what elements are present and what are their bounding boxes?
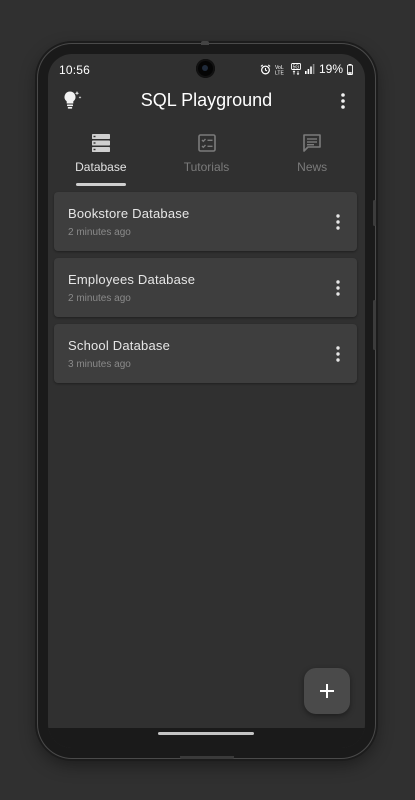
signal-icon	[304, 64, 315, 74]
more-vert-icon[interactable]	[331, 278, 345, 298]
plus-icon	[320, 684, 334, 698]
database-timestamp: 2 minutes ago	[68, 293, 131, 304]
lte-icon: VoL LTE	[275, 65, 284, 75]
more-vert-icon[interactable]	[335, 90, 351, 112]
news-icon	[303, 134, 321, 152]
power-button	[373, 300, 376, 350]
status-bar: 10:56 VoL LTE 5G 19%	[48, 54, 365, 84]
svg-text:LTE: LTE	[275, 70, 284, 75]
database-name: Bookstore Database	[68, 206, 190, 221]
database-card[interactable]: Bookstore Database 2 minutes ago	[54, 192, 357, 251]
app-title: SQL Playground	[140, 90, 273, 110]
front-camera	[196, 59, 215, 78]
checklist-icon	[197, 134, 216, 152]
database-timestamp: 2 minutes ago	[68, 227, 131, 238]
tab-tutorials[interactable]: Tutorials	[154, 124, 260, 186]
database-timestamp: 3 minutes ago	[68, 359, 131, 370]
database-icon	[91, 134, 110, 152]
tab-news-label: News	[297, 160, 328, 174]
database-list: Bookstore Database 2 minutes ago Employe…	[54, 192, 357, 390]
navigation-bar	[48, 728, 365, 748]
gesture-handle[interactable]	[158, 732, 254, 735]
tab-database[interactable]: Database	[48, 124, 154, 186]
database-card[interactable]: Employees Database 2 minutes ago	[54, 258, 357, 317]
more-vert-icon[interactable]	[331, 344, 345, 364]
tab-bar: Database Tutorials News	[48, 124, 365, 186]
active-tab-indicator	[76, 183, 126, 186]
phone-screen: 10:56 VoL LTE 5G 19% SQL Playground Data…	[48, 54, 365, 748]
battery-percent: 19%	[318, 62, 343, 76]
status-icons: VoL LTE 5G 19%	[260, 62, 353, 76]
data-arrows-icon: 5G	[291, 63, 301, 75]
battery-icon	[347, 63, 353, 75]
status-time: 10:56	[59, 63, 91, 77]
database-name: School Database	[68, 338, 171, 353]
phone-bottom-edge	[180, 756, 234, 759]
lightbulb-icon[interactable]	[60, 88, 84, 112]
tab-news[interactable]: News	[259, 124, 365, 186]
volume-button	[373, 200, 376, 226]
tab-database-label: Database	[75, 160, 127, 174]
add-database-button[interactable]	[304, 668, 350, 714]
app-bar: SQL Playground	[48, 84, 365, 120]
tab-tutorials-label: Tutorials	[183, 160, 230, 174]
alarm-icon	[260, 63, 271, 74]
more-vert-icon[interactable]	[331, 212, 345, 232]
database-card[interactable]: School Database 3 minutes ago	[54, 324, 357, 383]
phone-top-sensor	[201, 41, 209, 45]
svg-text:5G: 5G	[293, 65, 300, 71]
database-name: Employees Database	[68, 272, 196, 287]
